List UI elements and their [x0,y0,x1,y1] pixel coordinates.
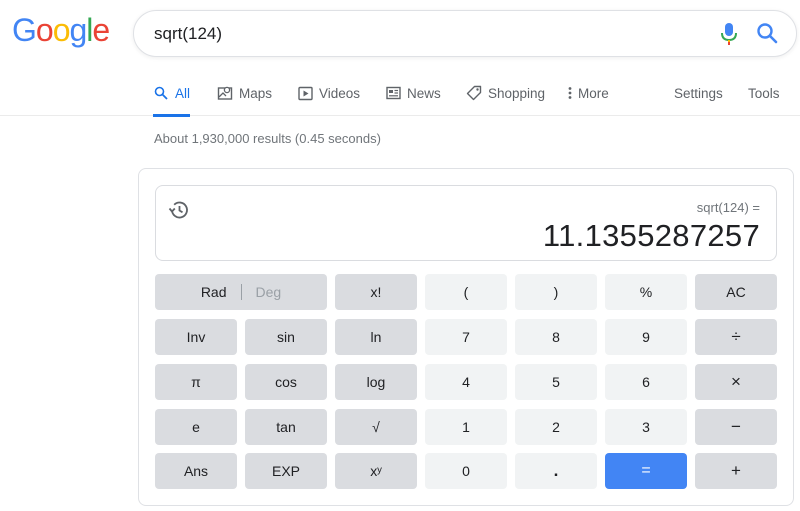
tag-icon [466,85,482,101]
calculator-result: 11.1355287257 [542,218,760,253]
logo-letter: G [12,12,37,48]
percent-button[interactable]: % [605,274,687,310]
calculator-expression: sqrt(124) = [696,200,760,215]
digit-6-button[interactable]: 6 [605,364,687,400]
tan-button[interactable]: tan [245,409,327,445]
search-input[interactable] [154,11,694,56]
search-tabs: All Maps Videos News Shopping More Setti… [0,70,800,117]
logo-letter: o [35,12,54,48]
deg-label[interactable]: Deg [256,284,282,300]
tab-label: Videos [319,85,361,101]
digit-3-button[interactable]: 3 [605,409,687,445]
factorial-button[interactable]: x! [335,274,417,310]
logo-letter: o [52,12,71,48]
tab-more[interactable]: More [566,70,609,116]
digit-7-button[interactable]: 7 [425,319,507,355]
tab-maps[interactable]: Maps [217,70,272,116]
sin-button[interactable]: sin [245,319,327,355]
more-vert-icon [566,85,574,101]
inverse-button[interactable]: Inv [155,319,237,355]
digit-0-button[interactable]: 0 [425,453,507,489]
multiply-button[interactable]: × [695,364,777,400]
settings-link[interactable]: Settings [674,70,723,116]
calculator-display: sqrt(124) = 11.1355287257 [155,185,777,261]
close-paren-button[interactable]: ) [515,274,597,310]
tab-label: All [175,85,191,101]
sqrt-button[interactable]: √ [335,409,417,445]
map-icon [217,85,233,101]
logo-letter: e [92,12,110,48]
google-logo[interactable]: Google [12,12,110,49]
plus-button[interactable]: + [695,453,777,489]
exp-button[interactable]: EXP [245,453,327,489]
search-box [133,10,797,57]
digit-4-button[interactable]: 4 [425,364,507,400]
ln-button[interactable]: ln [335,319,417,355]
tab-all[interactable]: All [153,70,191,117]
equals-button[interactable]: = [605,453,687,489]
video-icon [297,85,313,101]
rad-deg-divider [240,284,242,300]
divide-button[interactable]: ÷ [695,319,777,355]
tab-videos[interactable]: Videos [297,70,360,116]
digit-8-button[interactable]: 8 [515,319,597,355]
e-constant-button[interactable]: e [155,409,237,445]
tab-label: News [407,85,441,101]
digit-2-button[interactable]: 2 [515,409,597,445]
tab-label: More [578,85,609,101]
result-stats: About 1,930,000 results (0.45 seconds) [154,131,381,146]
open-paren-button[interactable]: ( [425,274,507,310]
all-clear-button[interactable]: AC [695,274,777,310]
logo-letter: g [69,12,87,48]
tab-news[interactable]: News [385,70,441,116]
calculator-card: sqrt(124) = 11.1355287257 Rad Deg x! ( )… [138,168,794,506]
rad-label[interactable]: Rad [201,284,227,300]
decimal-point-button[interactable]: . [515,453,597,489]
tools-link[interactable]: Tools [748,70,780,116]
mic-icon[interactable] [719,22,739,46]
power-button[interactable]: xʸ [335,453,417,489]
log-button[interactable]: log [335,364,417,400]
tab-shopping[interactable]: Shopping [466,70,545,116]
answer-button[interactable]: Ans [155,453,237,489]
news-icon [385,85,401,101]
rad-deg-toggle[interactable]: Rad Deg [155,274,327,310]
search-icon [153,85,169,101]
digit-1-button[interactable]: 1 [425,409,507,445]
search-icon[interactable] [756,22,778,44]
tab-label: Maps [239,85,273,101]
tab-label: Shopping [488,85,546,101]
digit-9-button[interactable]: 9 [605,319,687,355]
cos-button[interactable]: cos [245,364,327,400]
history-icon[interactable] [167,198,191,222]
minus-button[interactable]: − [695,409,777,445]
digit-5-button[interactable]: 5 [515,364,597,400]
pi-button[interactable]: π [155,364,237,400]
